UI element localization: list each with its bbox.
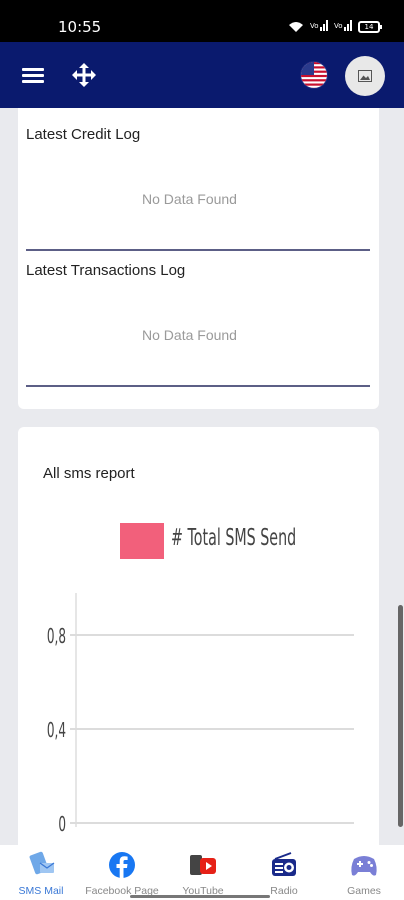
youtube-icon — [190, 855, 216, 875]
credit-log-empty: No Data Found — [142, 191, 237, 207]
sms-mail-icon — [29, 851, 55, 875]
transactions-log-title: Latest Transactions Log — [26, 262, 186, 279]
transactions-log-empty: No Data Found — [142, 327, 237, 343]
signal-icon: Vo — [310, 19, 328, 34]
wifi-icon — [289, 21, 303, 32]
nav-item-youtube[interactable]: YouTube — [163, 845, 243, 900]
nav-label-games: Games — [347, 885, 381, 897]
radio-icon — [272, 852, 296, 876]
y-tick-label: 0,8 — [47, 625, 66, 648]
nav-item-games[interactable]: Games — [324, 845, 404, 900]
battery-icon: 14 — [358, 20, 382, 33]
legend-swatch[interactable] — [120, 523, 164, 559]
sms-report-chart: 0 0,4 0,8 — [47, 593, 354, 836]
home-indicator — [130, 895, 270, 898]
sms-report-title: All sms report — [43, 465, 135, 482]
nav-item-sms-mail[interactable]: SMS Mail — [1, 845, 81, 900]
bottom-nav: SMS Mail Facebook Page YouTube Radio Gam… — [0, 845, 404, 900]
signal-icon-2: Vo — [334, 19, 352, 34]
svg-text:Vo: Vo — [334, 22, 343, 30]
status-bar: 10:55 Vo Vo 14 — [0, 0, 404, 42]
status-time: 10:55 — [58, 18, 102, 36]
sms-report-card: All sms report # Total SMS Send 0 0,4 0,8 — [18, 427, 379, 857]
y-tick-label: 0 — [58, 813, 66, 836]
y-tick-label: 0,4 — [47, 719, 66, 742]
image-placeholder-icon — [358, 70, 372, 82]
credit-log-divider — [26, 249, 370, 251]
avatar[interactable] — [345, 56, 385, 96]
move-arrows-icon[interactable] — [70, 61, 98, 89]
nav-label-sms-mail: SMS Mail — [18, 885, 64, 897]
scrollbar[interactable] — [398, 605, 403, 827]
hamburger-icon[interactable] — [22, 68, 44, 84]
us-flag-icon[interactable] — [300, 61, 328, 89]
legend-label[interactable]: # Total SMS Send — [171, 525, 296, 551]
svg-text:Vo: Vo — [310, 22, 319, 30]
nav-item-radio[interactable]: Radio — [244, 845, 324, 900]
gamepad-icon — [351, 856, 377, 876]
nav-item-facebook[interactable]: Facebook Page — [82, 845, 162, 900]
app-bar — [0, 42, 404, 108]
status-icons: Vo Vo 14 — [288, 19, 382, 34]
credit-log-title: Latest Credit Log — [26, 126, 141, 143]
facebook-icon — [109, 852, 135, 878]
logs-card: Latest Credit Log No Data Found Latest T… — [18, 108, 379, 409]
transactions-log-divider — [26, 385, 370, 387]
